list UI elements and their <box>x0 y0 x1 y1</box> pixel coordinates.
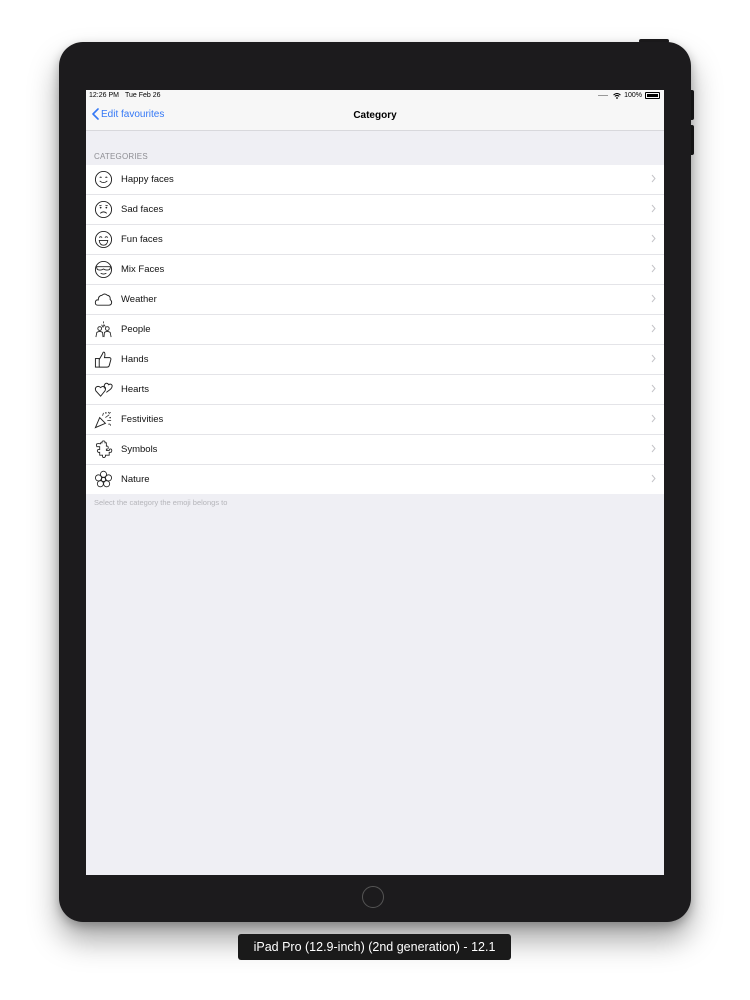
list-item-label: Weather <box>121 294 157 305</box>
chevron-right-icon <box>651 474 656 483</box>
simulator-caption: iPad Pro (12.9-inch) (2nd generation) - … <box>238 934 511 960</box>
chevron-right-icon <box>651 294 656 303</box>
list-item-label: Mix Faces <box>121 264 165 275</box>
screen: 12:26 PM Tue Feb 26 100% Edit favourites… <box>86 90 664 875</box>
status-time: 12:26 PM <box>89 92 119 99</box>
list-item-mix-faces[interactable]: Mix Faces <box>86 255 664 285</box>
chevron-right-icon <box>651 174 656 183</box>
list-item-label: Nature <box>121 474 150 485</box>
list-item-label: Festivities <box>121 414 164 425</box>
list-item-label: Happy faces <box>121 174 174 185</box>
hearts-icon <box>94 382 113 397</box>
list-item-hearts[interactable]: Hearts <box>86 375 664 405</box>
page-title: Category <box>353 110 397 121</box>
chevron-right-icon <box>651 234 656 243</box>
category-list: Happy faces Sad faces Fun faces Mix Face… <box>86 165 664 494</box>
list-item-nature[interactable]: Nature <box>86 465 664 494</box>
list-item-festivities[interactable]: Festivities <box>86 405 664 435</box>
chevron-right-icon <box>651 264 656 273</box>
party-popper-icon <box>94 411 112 429</box>
list-item-happy-faces[interactable]: Happy faces <box>86 165 664 195</box>
list-item-label: Symbols <box>121 444 158 455</box>
list-item-symbols[interactable]: Symbols <box>86 435 664 465</box>
chevron-right-icon <box>651 204 656 213</box>
list-item-label: Fun faces <box>121 234 163 245</box>
people-icon <box>95 321 112 338</box>
chevron-right-icon <box>651 444 656 453</box>
navigation-bar: Edit favourites Category <box>86 102 664 131</box>
list-item-hands[interactable]: Hands <box>86 345 664 375</box>
cloud-icon <box>94 293 113 306</box>
list-item-label: Hearts <box>121 384 149 395</box>
status-bar: 12:26 PM Tue Feb 26 100% <box>86 90 664 102</box>
battery-icon <box>645 92 660 99</box>
chevron-right-icon <box>651 414 656 423</box>
list-item-label: Sad faces <box>121 204 164 215</box>
battery-percent: 100% <box>624 92 642 99</box>
status-right: 100% <box>598 92 660 99</box>
section-header: CATEGORIES <box>94 152 148 161</box>
list-item-label: Hands <box>121 354 149 365</box>
list-item-sad-faces[interactable]: Sad faces <box>86 195 664 225</box>
list-item-weather[interactable]: Weather <box>86 285 664 315</box>
happy-face-icon <box>94 170 113 189</box>
fun-face-icon <box>94 230 113 249</box>
home-button[interactable] <box>362 886 384 908</box>
flower-icon <box>94 470 113 488</box>
chevron-right-icon <box>651 384 656 393</box>
status-date: Tue Feb 26 <box>125 92 161 99</box>
chevron-right-icon <box>651 324 656 333</box>
list-item-people[interactable]: People <box>86 315 664 345</box>
list-item-fun-faces[interactable]: Fun faces <box>86 225 664 255</box>
wifi-icon <box>613 92 621 99</box>
chevron-right-icon <box>651 354 656 363</box>
list-item-label: People <box>121 324 151 335</box>
section-footer: Select the category the emoji belongs to <box>94 498 228 507</box>
thumbs-up-icon <box>94 351 112 368</box>
sad-face-icon <box>94 200 113 219</box>
puzzle-icon <box>95 440 113 459</box>
mix-face-icon <box>94 260 113 279</box>
signal-icon <box>598 95 609 96</box>
